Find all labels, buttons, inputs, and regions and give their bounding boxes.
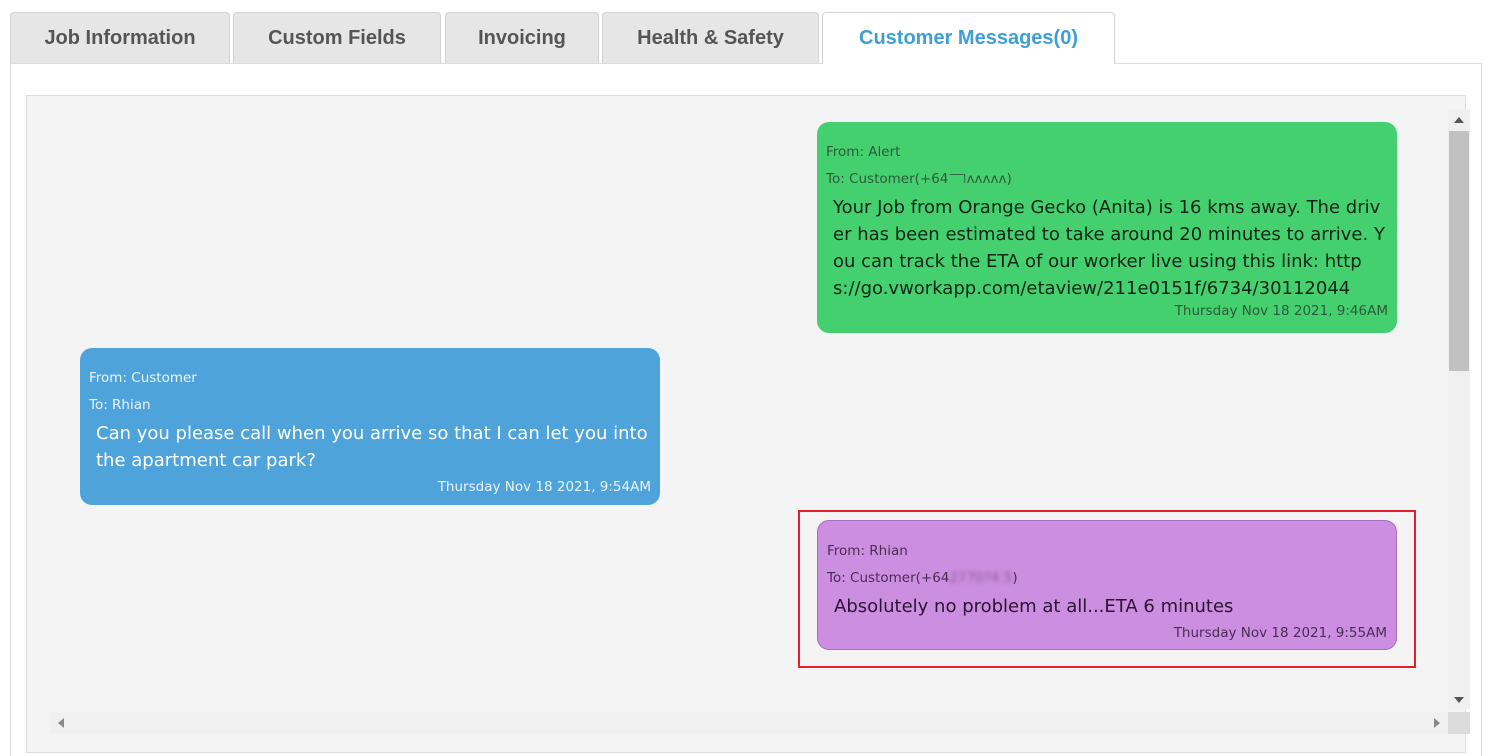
scroll-up-arrow-icon[interactable]	[1454, 117, 1464, 123]
message-timestamp: Thursday Nov 18 2021, 9:46AM	[1174, 303, 1388, 319]
scrollbar-corner	[1448, 712, 1470, 734]
message-body: Your Job from Orange Gecko (Anita) is 16…	[833, 197, 1385, 299]
message-to: To: Customer(+642770?4 5)	[827, 565, 1387, 592]
tab-bar: Job Information Custom Fields Invoicing …	[10, 12, 1482, 64]
message-bubble-customer: From: Customer To: Rhian Can you please …	[80, 348, 660, 505]
message-timestamp: Thursday Nov 18 2021, 9:54AM	[437, 479, 651, 495]
redacted-phone-number: 2770?4 5	[949, 570, 1013, 586]
message-bubble-rhian: From: Rhian To: Customer(+642770?4 5) Ab…	[817, 520, 1397, 650]
message-to-prefix: To: Customer(+64	[827, 570, 950, 586]
message-to: To: Rhian	[89, 397, 151, 413]
message-from: From: Customer	[89, 370, 197, 386]
vertical-scroll-thumb[interactable]	[1449, 131, 1469, 371]
message-from: From: Alert	[826, 144, 901, 160]
tab-job-information[interactable]: Job Information	[10, 12, 230, 63]
message-to: To: Customer(+64˥˥˥˥˥ᴧᴧᴧᴧᴧ)	[826, 171, 1012, 187]
message-body: Absolutely no problem at all...ETA 6 min…	[834, 596, 1234, 617]
tab-customer-messages[interactable]: Customer Messages(0)	[822, 12, 1115, 64]
message-from: From: Rhian	[827, 543, 908, 559]
message-to-suffix: )	[1012, 570, 1018, 586]
tab-invoicing[interactable]: Invoicing	[445, 12, 599, 63]
tab-custom-fields[interactable]: Custom Fields	[233, 12, 441, 63]
tab-health-safety[interactable]: Health & Safety	[602, 12, 819, 63]
scroll-right-arrow-icon[interactable]	[1434, 718, 1440, 728]
scroll-down-arrow-icon[interactable]	[1454, 697, 1464, 703]
message-timestamp: Thursday Nov 18 2021, 9:55AM	[1173, 625, 1387, 641]
messages-area[interactable]: From: Alert To: Customer(+64˥˥˥˥˥ᴧᴧᴧᴧᴧ) …	[26, 95, 1470, 753]
vertical-scrollbar[interactable]	[1448, 109, 1470, 709]
message-bubble-alert: From: Alert To: Customer(+64˥˥˥˥˥ᴧᴧᴧᴧᴧ) …	[817, 122, 1397, 333]
tab-panel: From: Alert To: Customer(+64˥˥˥˥˥ᴧᴧᴧᴧᴧ) …	[10, 63, 1482, 756]
message-body: Can you please call when you arrive so t…	[96, 423, 648, 471]
horizontal-scrollbar[interactable]	[50, 712, 1448, 734]
scroll-left-arrow-icon[interactable]	[58, 718, 64, 728]
